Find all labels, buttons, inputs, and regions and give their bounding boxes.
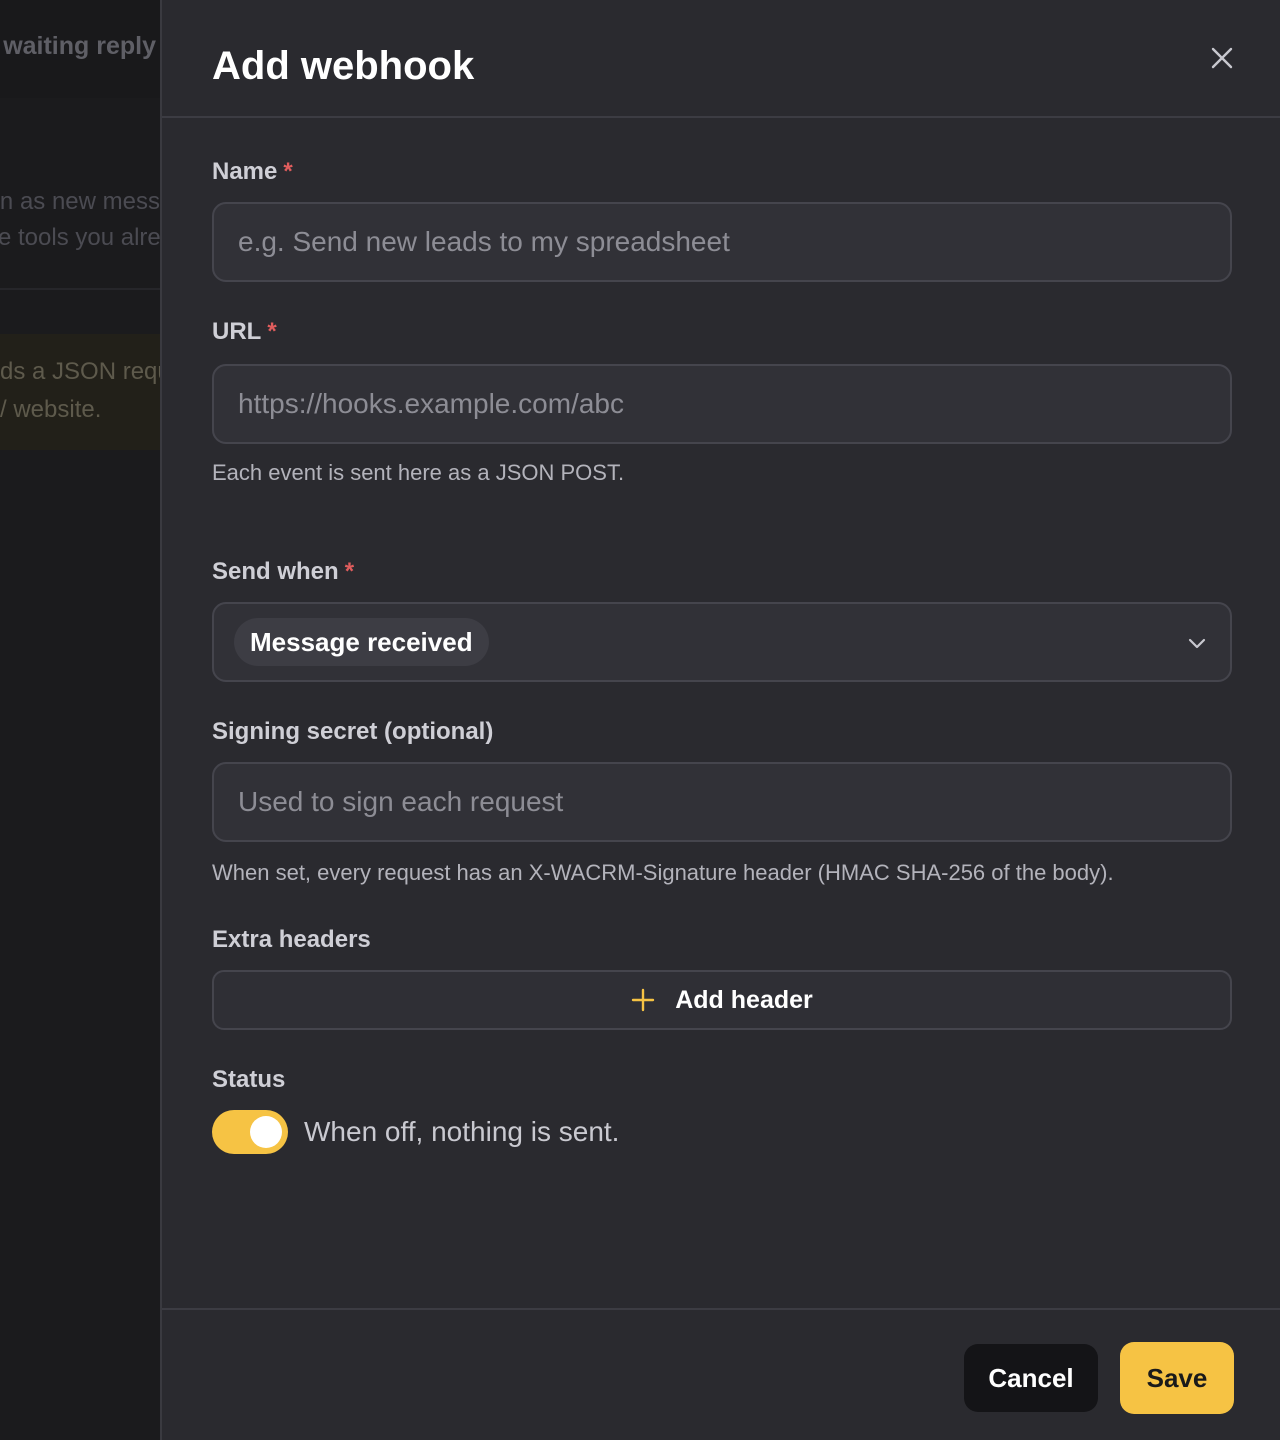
drawer-header: Add webhook [162, 0, 1280, 118]
drawer-footer: Cancel Save [162, 1308, 1280, 1440]
cancel-button[interactable]: Cancel [964, 1344, 1098, 1412]
status-description: When off, nothing is sent. [304, 1116, 620, 1147]
save-button[interactable]: Save [1120, 1342, 1234, 1414]
toggle-knob [250, 1116, 282, 1148]
webhook-drawer: Add webhook Name* URL* Each event is sen… [160, 0, 1280, 1440]
dialog-title: Add webhook [212, 44, 475, 88]
chevron-down-icon [1188, 638, 1206, 649]
signing-secret-input[interactable] [212, 762, 1232, 842]
background-text: / website. [0, 396, 102, 423]
selected-event-chip: Message received [234, 618, 489, 666]
signing-secret-help: When set, every request has an X-WACRM-S… [212, 860, 1114, 885]
background-text: e tools you alre [0, 224, 161, 251]
url-label-text: URL [212, 318, 262, 345]
required-mark: * [344, 558, 355, 585]
add-header-button[interactable]: Add header [212, 970, 1232, 1030]
send-when-label-text: Send when [212, 558, 339, 585]
plus-icon [632, 988, 655, 1012]
name-label: Name * [212, 158, 293, 186]
background-text: ds a JSON requ [0, 358, 162, 385]
close-icon [1211, 47, 1233, 69]
add-header-label: Add header [675, 985, 813, 1014]
send-when-label: Send when * [212, 558, 354, 586]
background-divider [0, 288, 162, 290]
url-label: URL * [212, 318, 277, 346]
background-text: waiting reply [3, 32, 156, 60]
close-button[interactable] [1204, 40, 1240, 76]
background-header: waiting reply [0, 0, 162, 98]
name-label-text: Name [212, 158, 278, 185]
extra-headers-label: Extra headers [212, 926, 371, 953]
background-note: ds a JSON requ / website. [0, 334, 162, 450]
send-when-select[interactable]: Message received [212, 602, 1232, 682]
background-text: n as new mess [0, 188, 160, 215]
status-toggle[interactable] [212, 1110, 288, 1154]
url-help: Each event is sent here as a JSON POST. [212, 460, 625, 485]
background-page: waiting reply n as new mess e tools you … [0, 0, 162, 1440]
required-mark: * [267, 318, 277, 345]
url-input[interactable] [212, 364, 1232, 444]
signing-secret-label: Signing secret (optional) [212, 718, 494, 745]
required-mark: * [283, 158, 293, 185]
name-input[interactable] [212, 202, 1232, 282]
status-label: Status [212, 1066, 286, 1093]
